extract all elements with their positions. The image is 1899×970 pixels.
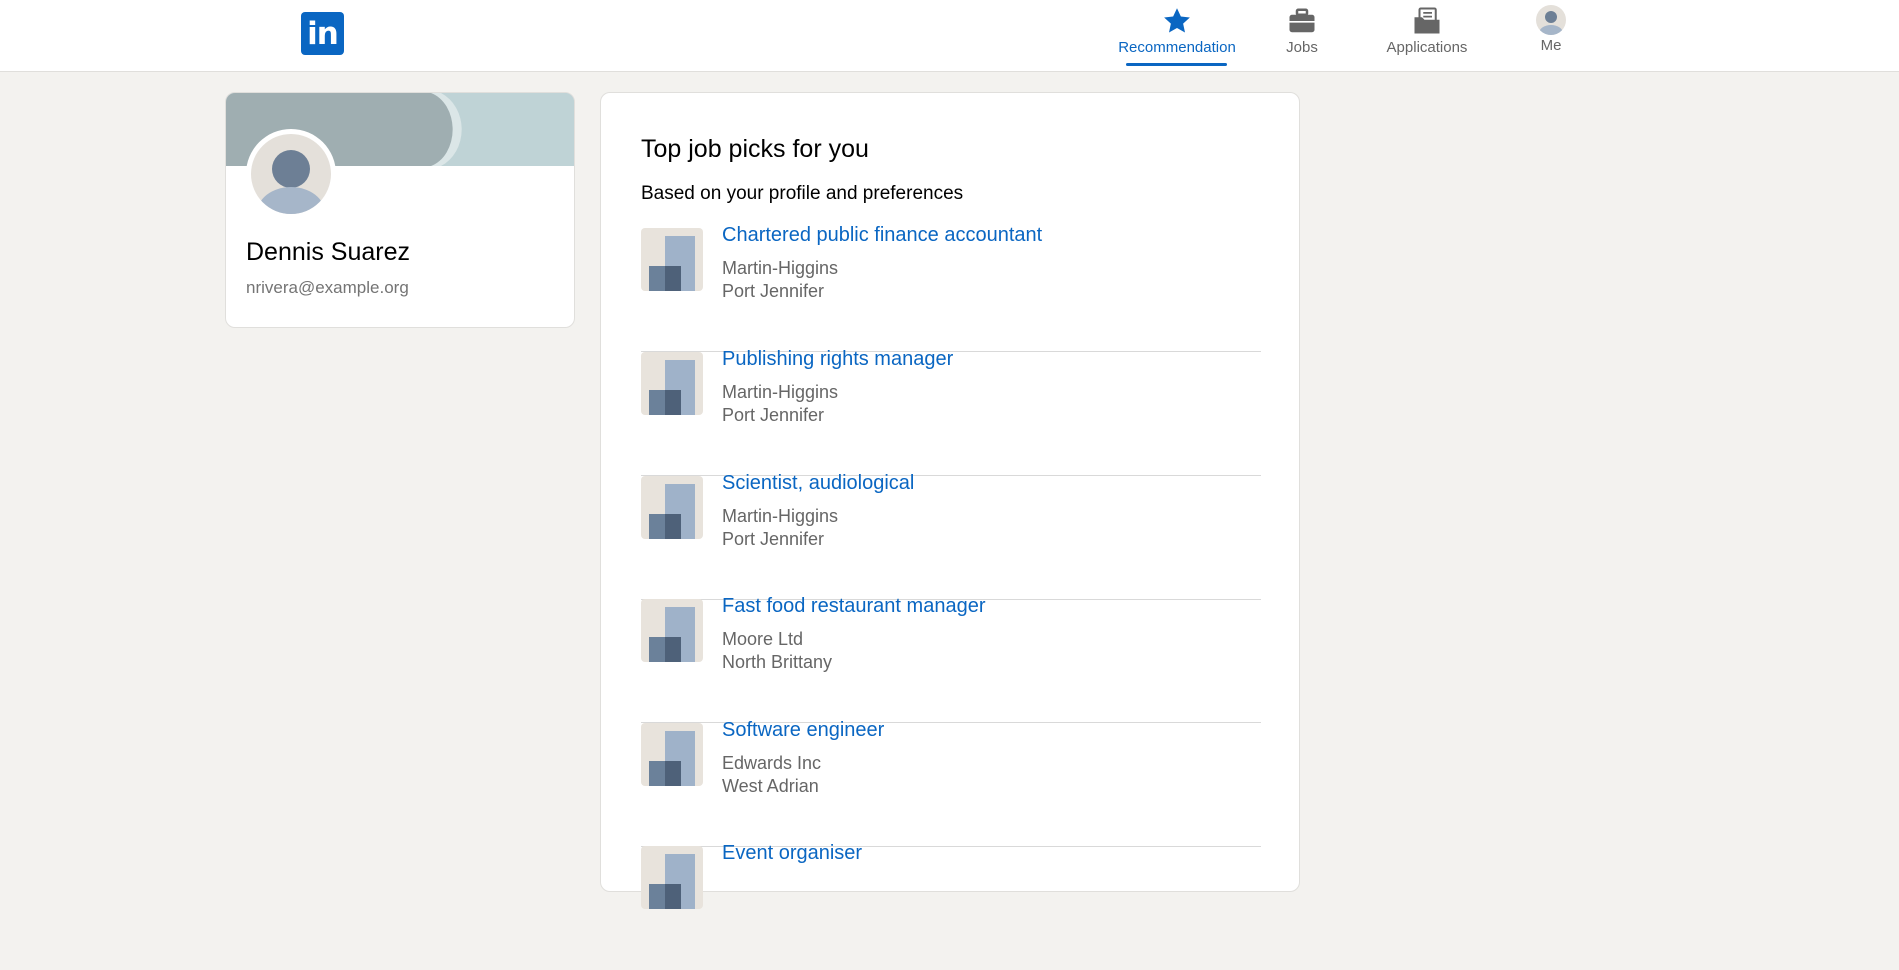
job-location: Port Jennifer [722, 405, 825, 425]
job-company: Martin-Higgins [722, 258, 839, 278]
job-title-link[interactable]: Event organiser [722, 842, 862, 865]
job-title-link[interactable]: Software engineer [722, 719, 884, 742]
job-list-item[interactable]: Chartered public finance accountant Mart… [641, 224, 1261, 352]
job-recommendations-card: Top job picks for you Based on your prof… [600, 92, 1300, 909]
job-list-item[interactable]: Publishing rights manager Martin-Higgins… [641, 348, 1261, 476]
job-location: Port Jennifer [722, 529, 825, 549]
nav-me[interactable]: Me [1515, 0, 1587, 72]
folder-icon [1412, 6, 1442, 41]
linkedin-logo[interactable]: in [301, 12, 344, 55]
job-list-item[interactable]: Fast food restaurant manager Moore Ltd N… [641, 595, 1261, 723]
profile-card[interactable]: Dennis Suarez nrivera@example.org [225, 92, 575, 328]
job-title-link[interactable]: Chartered public finance accountant [722, 224, 1042, 247]
active-tab-indicator [1126, 63, 1227, 66]
company-logo-icon [641, 599, 703, 662]
section-subtitle: Based on your profile and preferences [641, 183, 964, 204]
briefcase-icon [1287, 6, 1317, 41]
nav-label: Recommendation [1118, 39, 1236, 56]
company-logo-icon [641, 846, 703, 909]
top-navigation-bar: in Recommendation Jobs Applications Me [0, 0, 1899, 72]
job-company: Martin-Higgins [722, 382, 839, 402]
profile-avatar [246, 129, 336, 219]
logo-text: in [307, 16, 339, 52]
job-company: Edwards Inc [722, 753, 822, 773]
job-location: West Adrian [722, 776, 819, 796]
job-title-link[interactable]: Scientist, audiological [722, 472, 914, 495]
nav-label: Me [1540, 37, 1562, 54]
nav-label: Applications [1386, 39, 1468, 56]
job-title-link[interactable]: Fast food restaurant manager [722, 595, 985, 618]
company-logo-icon [641, 352, 703, 415]
nav-label: Jobs [1286, 39, 1318, 56]
star-icon [1162, 6, 1192, 41]
job-company: Martin-Higgins [722, 506, 839, 526]
profile-name: Dennis Suarez [246, 238, 410, 266]
job-list-item[interactable]: Scientist, audiological Martin-Higgins P… [641, 472, 1261, 600]
company-logo-icon [641, 476, 703, 539]
nav-applications[interactable]: Applications [1378, 0, 1476, 72]
job-title-link[interactable]: Publishing rights manager [722, 348, 953, 371]
nav-recommendation[interactable]: Recommendation [1118, 0, 1236, 72]
avatar-icon [1536, 5, 1566, 40]
company-logo-icon [641, 723, 703, 786]
company-logo-icon [641, 228, 703, 291]
section-title: Top job picks for you [641, 135, 869, 163]
job-location: North Brittany [722, 652, 833, 672]
job-list-item[interactable]: Software engineer Edwards Inc West Adria… [641, 719, 1261, 847]
profile-email: nrivera@example.org [246, 278, 409, 297]
job-location: Port Jennifer [722, 281, 825, 301]
nav-jobs[interactable]: Jobs [1262, 0, 1342, 72]
job-company: Moore Ltd [722, 629, 804, 649]
